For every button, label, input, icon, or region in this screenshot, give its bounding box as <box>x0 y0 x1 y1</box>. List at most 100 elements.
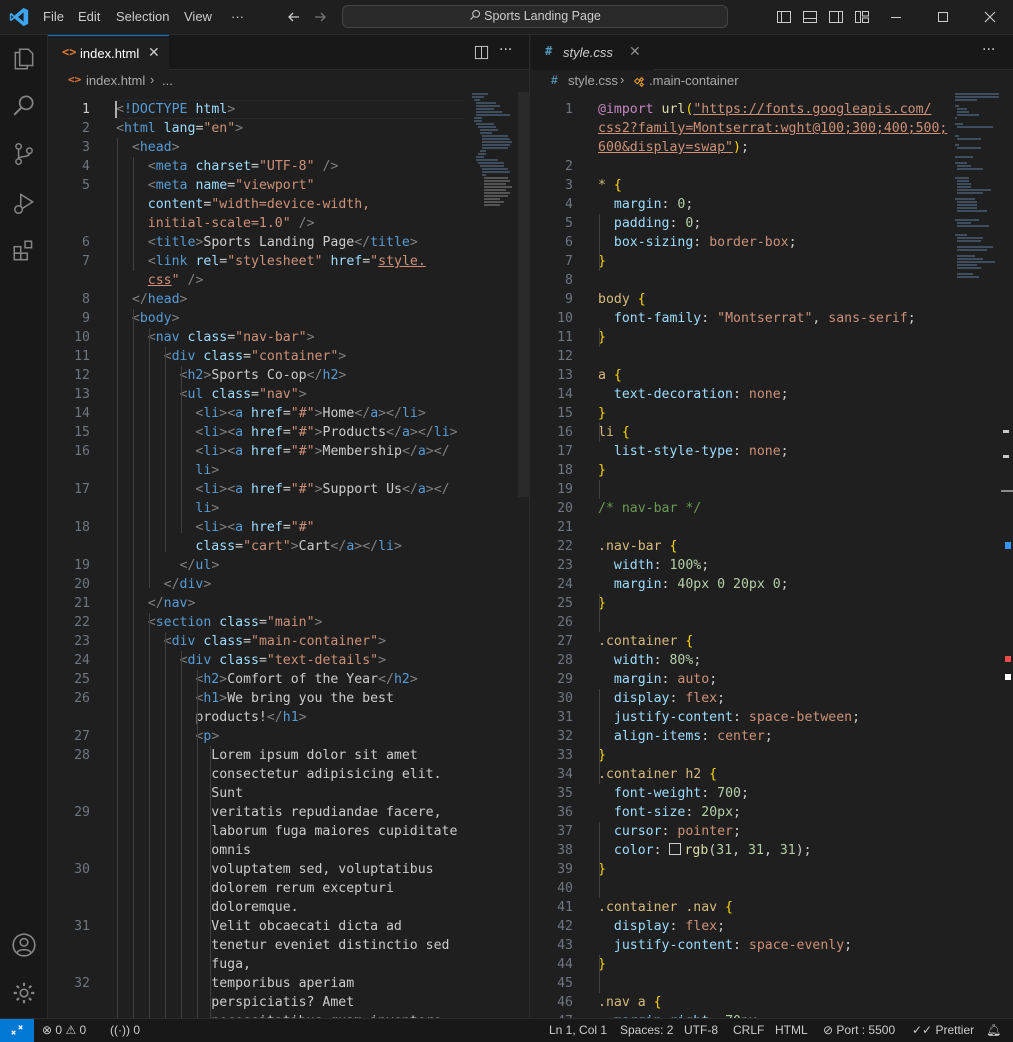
line-number: 7 <box>82 254 90 269</box>
line-number: 27 <box>557 634 573 649</box>
indentation[interactable]: Spaces: 2 <box>620 1023 673 1037</box>
more-actions-icon[interactable]: ··· <box>499 42 512 58</box>
breadcrumb-file[interactable]: style.css <box>568 73 618 88</box>
close-window-icon[interactable] <box>982 9 998 25</box>
line-number: 5 <box>82 178 90 193</box>
code-line: <meta name="viewport" <box>116 176 315 195</box>
menu-file[interactable]: File <box>43 9 64 24</box>
toggle-secondary-sidebar-icon[interactable] <box>828 9 844 25</box>
code-token: a <box>235 425 244 440</box>
breadcrumb-ellipsis[interactable]: ... <box>162 73 173 88</box>
notifications-bell-icon[interactable]: 🔔︎ <box>986 1023 1001 1037</box>
close-tab-icon[interactable]: ✕ <box>148 45 160 61</box>
code-token: tenetur eveniet distinctio sed <box>116 938 450 953</box>
code-token: </ <box>179 558 196 573</box>
breadcrumb-file[interactable]: index.html <box>86 73 145 88</box>
code-token: "#" <box>290 520 315 535</box>
arrow-right-icon[interactable] <box>312 9 328 25</box>
encoding[interactable]: UTF-8 <box>684 1023 718 1037</box>
command-center-label: Sports Landing Page <box>343 9 727 23</box>
scrollbar-left[interactable] <box>518 92 529 497</box>
language-mode[interactable]: HTML <box>775 1023 808 1037</box>
code-token: ; <box>780 387 789 402</box>
account-icon[interactable] <box>11 932 37 958</box>
menu-edit[interactable]: Edit <box>78 9 100 24</box>
source-control-icon[interactable] <box>11 141 37 167</box>
maximize-icon[interactable] <box>935 9 951 25</box>
line-number: 44 <box>557 957 573 972</box>
toggle-panel-icon[interactable] <box>802 9 818 25</box>
more-actions-icon[interactable]: ··· <box>982 42 995 58</box>
code-token: href <box>251 444 283 459</box>
minimap-right[interactable] <box>953 92 1001 312</box>
run-debug-icon[interactable] <box>11 190 37 216</box>
cursor-position[interactable]: Ln 1, Col 1 <box>549 1023 607 1037</box>
remote-indicator[interactable] <box>0 1019 34 1042</box>
code-token: * <box>598 178 606 193</box>
color-swatch <box>669 843 682 855</box>
code-token: title <box>155 235 196 250</box>
ports-indicator[interactable]: ((·)) 0 <box>110 1023 140 1037</box>
menu-more[interactable]: ··· <box>231 9 244 24</box>
code-line: tenetur eveniet distinctio sed <box>116 936 449 955</box>
vscode-logo-icon <box>9 7 29 27</box>
code-token: "#" <box>290 482 315 497</box>
prettier-indicator[interactable]: ✓✓ Prettier <box>912 1023 974 1037</box>
menu-view[interactable]: View <box>184 9 212 24</box>
breadcrumb-symbol[interactable]: .main-container <box>649 73 739 88</box>
explorer-icon[interactable] <box>11 46 37 72</box>
arrow-left-icon[interactable] <box>286 9 302 25</box>
code-token: 31 <box>779 843 796 858</box>
line-number: 43 <box>557 938 573 953</box>
code-line: display: flex; <box>598 689 725 708</box>
indent-guide <box>599 955 600 993</box>
extensions-icon[interactable] <box>11 238 37 264</box>
code-token: /> <box>298 216 315 231</box>
code-token: : <box>701 729 718 744</box>
customize-layout-icon[interactable] <box>854 9 870 25</box>
indent-guide <box>599 214 600 271</box>
problems-indicator[interactable]: ⊗ 0 ⚠ 0 <box>42 1023 86 1037</box>
search-icon[interactable] <box>11 92 37 118</box>
tab-style-css[interactable]: # style.css ✕ <box>531 35 654 70</box>
line-number: 16 <box>557 425 573 440</box>
code-line: li { <box>598 423 630 442</box>
tab-index-html[interactable]: <> index.html ✕ <box>48 35 169 70</box>
end-of-line[interactable]: CRLF <box>733 1023 764 1037</box>
code-line: css" /> <box>116 271 204 290</box>
code-token: nav <box>155 330 180 345</box>
minimize-icon[interactable] <box>888 9 904 25</box>
close-tab-icon[interactable]: ✕ <box>629 44 641 60</box>
code-token: = <box>282 406 291 421</box>
code-token: "stylesheet" <box>227 254 323 269</box>
code-line: content="width=device-width, <box>116 195 370 214</box>
line-number: 24 <box>557 577 573 592</box>
toggle-primary-sidebar-icon[interactable] <box>776 9 792 25</box>
code-token: font-weight <box>613 786 702 801</box>
code-line: </div> <box>116 575 212 594</box>
line-number: 8 <box>82 292 90 307</box>
live-server-port[interactable]: ⊘ Port : 5500 <box>823 1023 895 1037</box>
code-line: width: 100%; <box>598 556 709 575</box>
code-token: > <box>179 292 188 307</box>
command-center-search[interactable]: Sports Landing Page <box>342 5 728 28</box>
code-token: Sports Co-op <box>211 368 307 383</box>
indent-guide <box>599 822 600 898</box>
code-token: > <box>298 387 307 402</box>
split-editor-icon[interactable] <box>474 45 489 60</box>
indent-guide <box>599 423 600 442</box>
manage-gear-icon[interactable] <box>11 980 37 1006</box>
minimap-left[interactable] <box>470 92 518 222</box>
double-check-icon: ✓✓ <box>912 1023 933 1037</box>
menu-selection[interactable]: Selection <box>116 9 169 24</box>
